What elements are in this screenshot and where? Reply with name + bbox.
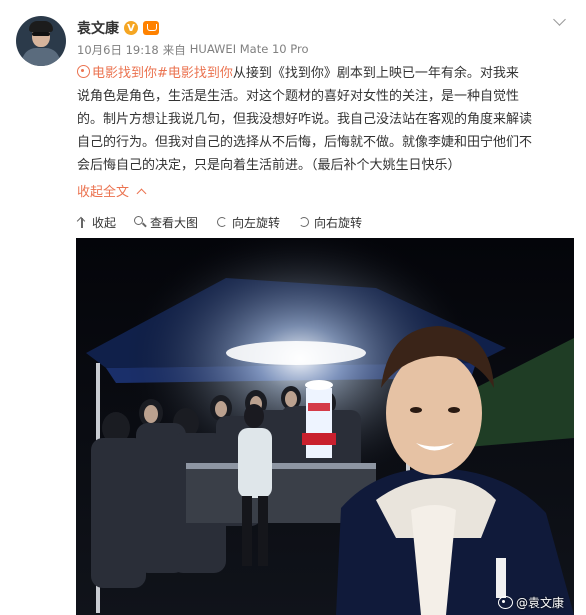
rotate-left-icon — [216, 216, 228, 228]
view-large-label: 查看大图 — [150, 215, 199, 230]
rotate-right-icon — [298, 216, 310, 228]
rotate-left-label: 向左旋转 — [232, 215, 281, 230]
photo-watermark: @袁文康 — [497, 594, 564, 611]
post-text-line3: 的。制片方想让我说几句，但我没想好咋说。我自己没法站在客观的角度来解读 — [77, 112, 533, 127]
rotate-left-button[interactable]: 向左旋转 — [216, 214, 280, 231]
post-timestamp[interactable]: 10月6日 19:18 — [77, 42, 159, 58]
chevron-up-icon — [137, 187, 145, 195]
source-prefix: 来自 — [162, 43, 186, 57]
rotate-right-button[interactable]: 向右旋转 — [298, 214, 362, 231]
user-name[interactable]: 袁文康 — [77, 18, 119, 38]
post-body: 电影找到你#电影找到你从接到《找到你》剧本到上映已一年有余。对我来 说角色是角色… — [77, 62, 572, 177]
selfie-night-party-image — [76, 238, 574, 615]
hashtag-location-icon — [77, 65, 90, 78]
verified-badge-icon: V — [124, 21, 138, 35]
magnifier-icon — [134, 216, 146, 228]
post-text-line5: 会后悔自己的决定，只是向着生活前进。（最后补个大姚生日快乐） — [77, 158, 461, 173]
post-text-line2: 说角色是角色，生活是生活。对这个题材的喜好对女性的关注，是一种自觉性 — [77, 89, 520, 104]
collapse-button-label: 收起 — [92, 215, 117, 230]
weibo-post-card: 袁文康 V 10月6日 19:18 来自 HUAWEI Mate 10 Pro … — [0, 0, 586, 615]
view-large-button[interactable]: 查看大图 — [134, 214, 198, 231]
user-header: 袁文康 V — [77, 18, 159, 38]
chevron-down-icon[interactable] — [552, 14, 568, 30]
rotate-right-label: 向右旋转 — [314, 215, 363, 230]
post-photo[interactable]: @袁文康 — [76, 238, 574, 615]
collapse-button[interactable]: 收起 — [76, 214, 116, 231]
watermark-handle: @袁文康 — [515, 596, 564, 610]
post-text-line1: 从接到《找到你》剧本到上映已一年有余。对我来 — [232, 66, 519, 81]
post-text-line4: 自己的行为。但我对自己的选择从不后悔，后悔就不做。就像李婕和田宁他们不 — [77, 135, 533, 150]
arrow-up-icon — [76, 216, 88, 228]
avatar[interactable] — [16, 16, 66, 66]
post-meta: 10月6日 19:18 来自 HUAWEI Mate 10 Pro — [77, 42, 308, 58]
collapse-label: 收起全文 — [77, 185, 130, 200]
hashtag-link[interactable]: 电影找到你#电影找到你 — [92, 66, 233, 81]
post-source[interactable]: HUAWEI Mate 10 Pro — [190, 42, 309, 58]
collapse-text-link[interactable]: 收起全文 — [77, 181, 145, 200]
image-toolbar: 收起 查看大图 向左旋转 向右旋转 — [76, 212, 362, 232]
weibo-logo-icon — [497, 596, 513, 609]
member-badge-icon — [143, 21, 159, 35]
